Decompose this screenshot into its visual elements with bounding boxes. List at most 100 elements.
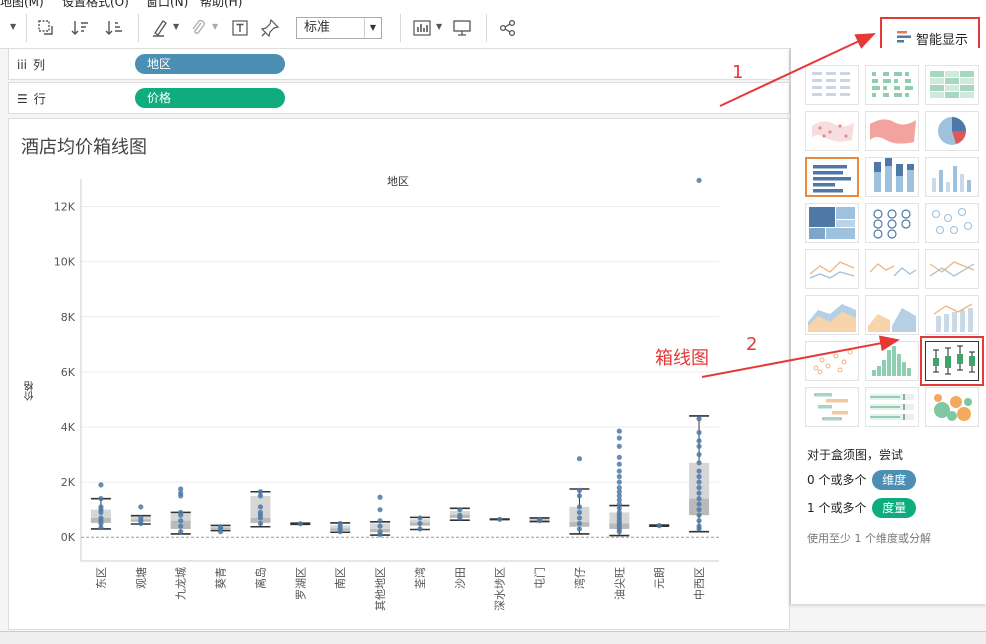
smart-show-treemap-icon[interactable]: [805, 203, 859, 243]
y-tick-label: 10K: [54, 256, 76, 269]
visualization-pane: 酒店均价箱线图 地区 价格 0K 2K 4K 6K 8K 10K 12K 东区 观塘 九龙城 葵青离…: [8, 118, 790, 630]
mark-size-value: 标准: [304, 20, 331, 35]
share-icon[interactable]: [498, 18, 518, 38]
data-point: [696, 518, 702, 524]
smart-show-symbol-map-icon[interactable]: [805, 111, 859, 151]
smart-show-lines-continuous-icon[interactable]: [805, 249, 859, 289]
smart-show-area-continuous-icon[interactable]: [805, 295, 859, 335]
chevron-down-icon[interactable]: ▼: [173, 22, 179, 31]
smart-show-side-by-side-bars-icon[interactable]: [925, 157, 979, 197]
menu-help[interactable]: 帮助(H): [200, 0, 242, 8]
rows-shelf-label: 行: [33, 92, 46, 106]
smart-show-area-discrete-icon[interactable]: [865, 295, 919, 335]
data-point: [696, 479, 702, 485]
smart-show-icon: [897, 31, 911, 43]
data-point: [257, 493, 264, 499]
chevron-down-icon[interactable]: ▼: [436, 22, 442, 31]
data-point: [138, 520, 144, 527]
data-point: [696, 526, 702, 532]
y-tick-label: 2K: [61, 476, 76, 489]
toolbar: ▼ ▼ ▼ 标准 ▼ ▼ 智能显示: [0, 8, 986, 57]
data-point: [696, 496, 702, 502]
smart-show-highlight-table-icon[interactable]: [925, 65, 979, 105]
box-plot-chart[interactable]: 0K 2K 4K 6K 8K 10K 12K 东区 观塘 九龙城 葵青 离岛 罗湖区 南区 其他地区 荃湾 沙田…: [9, 119, 789, 629]
smart-show-scatter-plot-icon[interactable]: [805, 341, 859, 381]
data-point: [297, 521, 303, 527]
data-point: [696, 485, 702, 491]
smart-show-text-table-icon[interactable]: [805, 65, 859, 105]
rows-shelf[interactable]: ☰ 行 价格: [8, 82, 790, 114]
x-tick-label: 观塘: [134, 567, 148, 589]
smart-show-pie-chart-icon[interactable]: [925, 111, 979, 151]
data-point: [616, 474, 622, 480]
data-point: [696, 416, 702, 422]
smart-show-side-by-side-circles-icon[interactable]: [925, 203, 979, 243]
data-point: [377, 523, 383, 529]
paperclip-icon[interactable]: [188, 18, 208, 38]
data-point: [377, 494, 383, 500]
highlight-pen-icon[interactable]: [150, 18, 170, 38]
x-tick-label: 荃湾: [413, 567, 427, 589]
smart-show-box-and-whisker-icon[interactable]: [920, 336, 984, 386]
presentation-icon[interactable]: [452, 18, 472, 38]
y-tick-label: 4K: [61, 421, 76, 434]
data-point: [696, 501, 702, 507]
menu-format[interactable]: 设置格式(O): [62, 0, 129, 8]
smart-show-bullet-graph-icon[interactable]: [865, 387, 919, 427]
x-tick-label: 东区: [95, 567, 108, 589]
data-point: [497, 516, 503, 522]
data-point: [457, 507, 463, 513]
menu-window[interactable]: 窗口(N): [146, 0, 188, 8]
smart-show-dual-combination-icon[interactable]: [925, 295, 979, 335]
pin-icon[interactable]: [260, 18, 280, 38]
data-point: [696, 468, 702, 474]
smart-show-filled-map-icon[interactable]: [865, 111, 919, 151]
columns-pill-region[interactable]: 地区: [135, 54, 285, 74]
chevron-down-icon[interactable]: ▼: [364, 18, 381, 38]
data-point: [576, 456, 583, 462]
x-tick-label: 湾仔: [572, 567, 586, 589]
rows-pill-price[interactable]: 价格: [135, 88, 285, 108]
data-point: [576, 509, 583, 516]
menu-map[interactable]: 地图(M): [0, 0, 44, 8]
smart-show-packed-bubbles-icon[interactable]: [925, 387, 979, 427]
smart-show-histogram-icon[interactable]: [865, 341, 919, 381]
x-tick-label: 沙田: [454, 567, 467, 589]
smart-show-stacked-bars-icon[interactable]: [865, 157, 919, 197]
data-point: [217, 529, 224, 535]
x-tick-label: 南区: [334, 567, 347, 589]
mark-size-select[interactable]: 标准 ▼: [296, 17, 382, 39]
sort-descending-icon[interactable]: [104, 18, 124, 38]
x-tick-label: 罗湖区: [294, 567, 307, 600]
data-point: [178, 529, 184, 535]
data-point: [656, 523, 662, 529]
data-point: [616, 461, 622, 467]
smart-show-gantt-chart-icon[interactable]: [805, 387, 859, 427]
sort-ascending-icon[interactable]: [70, 18, 90, 38]
text-label-icon[interactable]: [230, 18, 250, 38]
x-tick-label: 九龙城: [175, 567, 188, 600]
data-point: [616, 479, 622, 485]
smart-show-dual-lines-icon[interactable]: [925, 249, 979, 289]
x-tick-label: 元朗: [653, 567, 666, 589]
smart-show-lines-discrete-icon[interactable]: [865, 249, 919, 289]
smart-show-circle-views-icon[interactable]: [865, 203, 919, 243]
chart-fit-icon[interactable]: [412, 18, 432, 38]
data-point: [696, 443, 702, 449]
data-point: [696, 438, 702, 444]
smart-show-horizontal-bars-icon[interactable]: [805, 157, 859, 197]
smart-hint-title: 对于盒须图，尝试: [807, 448, 904, 462]
data-point: [696, 451, 702, 458]
data-point: [457, 515, 463, 521]
data-point: [178, 493, 184, 499]
swap-rows-cols-icon[interactable]: [36, 18, 56, 38]
data-point: [337, 529, 343, 535]
data-point: [178, 523, 184, 529]
data-point: [616, 468, 622, 474]
data-point: [576, 515, 583, 521]
data-point: [616, 428, 622, 434]
smart-show-heat-map-icon[interactable]: [865, 65, 919, 105]
data-point: [377, 507, 383, 513]
chevron-down-icon[interactable]: ▼: [10, 22, 16, 31]
columns-shelf[interactable]: iii 列 地区: [8, 48, 790, 80]
